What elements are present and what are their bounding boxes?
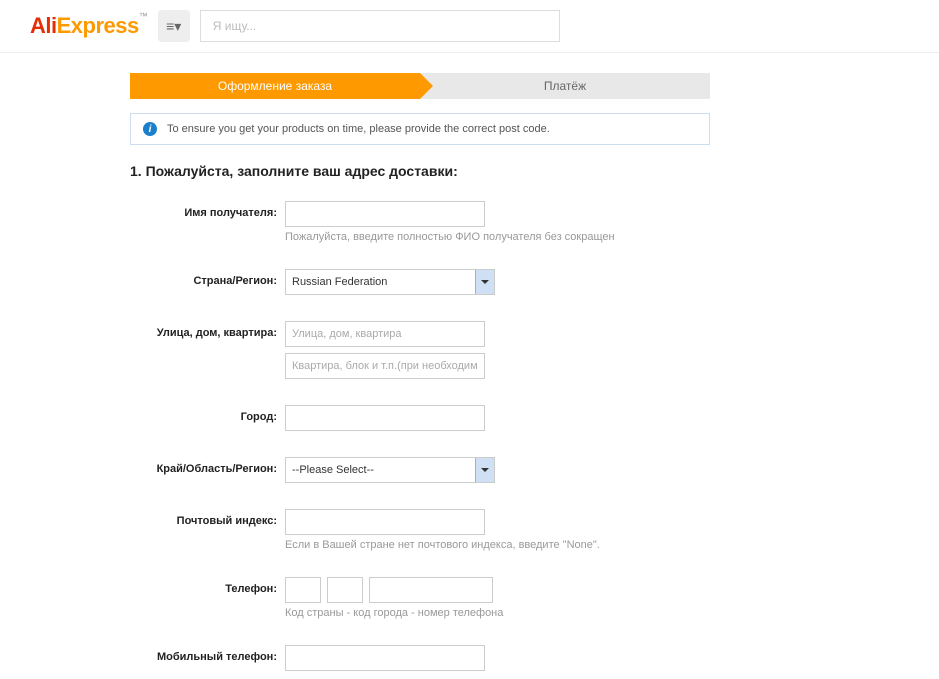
phone-hint: Код страны - код города - номер телефона [285, 607, 710, 619]
postcode-hint: Если в Вашей стране нет почтового индекс… [285, 539, 710, 551]
info-banner: i To ensure you get your products on tim… [130, 113, 710, 145]
street-input-2[interactable] [285, 353, 485, 379]
recipient-input[interactable] [285, 201, 485, 227]
postcode-label: Почтовый индекс: [140, 509, 285, 527]
street-label: Улица, дом, квартира: [140, 321, 285, 339]
postcode-input[interactable] [285, 509, 485, 535]
logo[interactable]: AliExpress™ [30, 13, 148, 39]
info-text: To ensure you get your products on time,… [167, 123, 550, 135]
phone-area-code-input[interactable] [327, 577, 363, 603]
phone-number-input[interactable] [369, 577, 493, 603]
recipient-label: Имя получателя: [140, 201, 285, 219]
categories-menu-button[interactable]: ≡▾ [158, 10, 190, 42]
phone-label: Телефон: [140, 577, 285, 595]
country-label: Страна/Регион: [140, 269, 285, 287]
country-select[interactable]: Russian Federation [285, 269, 495, 295]
step-checkout: Оформление заказа [130, 73, 420, 99]
logo-tm: ™ [139, 11, 148, 21]
info-icon: i [143, 122, 157, 136]
checkout-steps: Оформление заказа Платёж [130, 73, 710, 99]
street-input-1[interactable] [285, 321, 485, 347]
region-label: Край/Область/Регион: [140, 457, 285, 475]
menu-icon: ≡▾ [166, 18, 181, 35]
step-payment: Платёж [420, 73, 710, 99]
city-input[interactable] [285, 405, 485, 431]
region-select[interactable]: --Please Select-- [285, 457, 495, 483]
city-label: Город: [140, 405, 285, 423]
phone-country-code-input[interactable] [285, 577, 321, 603]
section-title: 1. Пожалуйста, заполните ваш адрес доста… [130, 163, 710, 179]
mobile-input[interactable] [285, 645, 485, 671]
logo-express: Express [57, 13, 139, 38]
logo-ali: Ali [30, 13, 57, 38]
search-input[interactable] [200, 10, 560, 42]
recipient-hint: Пожалуйста, введите полностью ФИО получа… [285, 231, 710, 243]
mobile-label: Мобильный телефон: [140, 645, 285, 663]
